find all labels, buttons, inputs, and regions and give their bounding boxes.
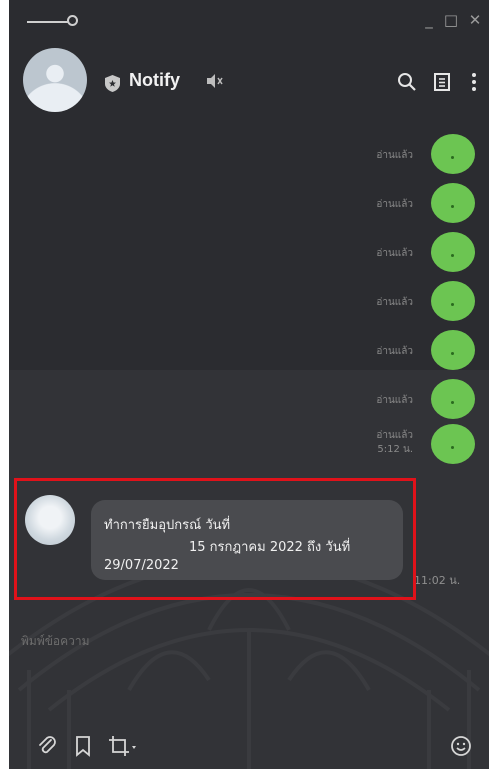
- notes-icon[interactable]: [432, 72, 452, 92]
- outgoing-message[interactable]: อ่านแล้ว: [355, 330, 475, 370]
- outgoing-message[interactable]: อ่านแล้ว: [355, 379, 475, 419]
- more-vertical-icon[interactable]: [467, 72, 481, 92]
- chat-avatar[interactable]: [23, 48, 87, 112]
- composer-toolbar: [9, 722, 489, 769]
- speaker-muted-icon: [207, 74, 223, 88]
- outgoing-message[interactable]: อ่านแล้ว: [355, 183, 475, 223]
- minimize-button[interactable]: _: [419, 10, 439, 30]
- outgoing-message[interactable]: อ่านแล้ว: [355, 134, 475, 174]
- close-button[interactable]: ✕: [465, 10, 485, 30]
- title-bar: _ □ ✕: [9, 0, 489, 42]
- sticker-bubble[interactable]: [431, 281, 475, 321]
- read-status: อ่านแล้ว: [376, 395, 413, 406]
- highlight-box: [14, 478, 416, 600]
- sticker-bubble[interactable]: [431, 379, 475, 419]
- sticker-bubble[interactable]: [431, 134, 475, 174]
- read-status: อ่านแล้ว: [376, 150, 413, 161]
- read-status: อ่านแล้ว: [376, 297, 413, 308]
- sticker-bubble[interactable]: [431, 232, 475, 272]
- sticker-bubble[interactable]: [431, 330, 475, 370]
- crop-icon[interactable]: [107, 734, 137, 758]
- message-time: 5:12 น.: [377, 444, 413, 455]
- attach-icon[interactable]: [35, 734, 59, 758]
- outgoing-message[interactable]: อ่านแล้ว: [355, 281, 475, 321]
- opacity-slider-track[interactable]: [27, 21, 69, 23]
- outgoing-message[interactable]: อ่านแล้ว: [355, 232, 475, 272]
- maximize-button[interactable]: □: [441, 10, 461, 30]
- message-input[interactable]: พิมพ์ข้อความ: [21, 632, 90, 651]
- outgoing-message[interactable]: อ่านแล้ว 5:12 น.: [355, 424, 475, 464]
- read-status: อ่านแล้ว: [376, 199, 413, 210]
- emoji-icon[interactable]: [449, 734, 473, 758]
- chat-header: Notify: [9, 42, 489, 122]
- chat-title[interactable]: Notify: [129, 70, 180, 91]
- chat-window: _ □ ✕ Notify อ่านแล้ว อ่านแล้ว อ่านแล้ว …: [9, 0, 489, 769]
- read-status: อ่านแล้ว: [376, 346, 413, 357]
- opacity-slider-handle[interactable]: [67, 15, 78, 26]
- search-icon[interactable]: [397, 72, 417, 92]
- sticker-bubble[interactable]: [431, 424, 475, 464]
- shield-icon: [105, 75, 120, 92]
- bookmark-icon[interactable]: [71, 734, 95, 758]
- message-time: 11:02 น.: [414, 574, 461, 587]
- read-status: อ่านแล้ว: [376, 430, 413, 441]
- sticker-bubble[interactable]: [431, 183, 475, 223]
- read-status: อ่านแล้ว: [376, 248, 413, 259]
